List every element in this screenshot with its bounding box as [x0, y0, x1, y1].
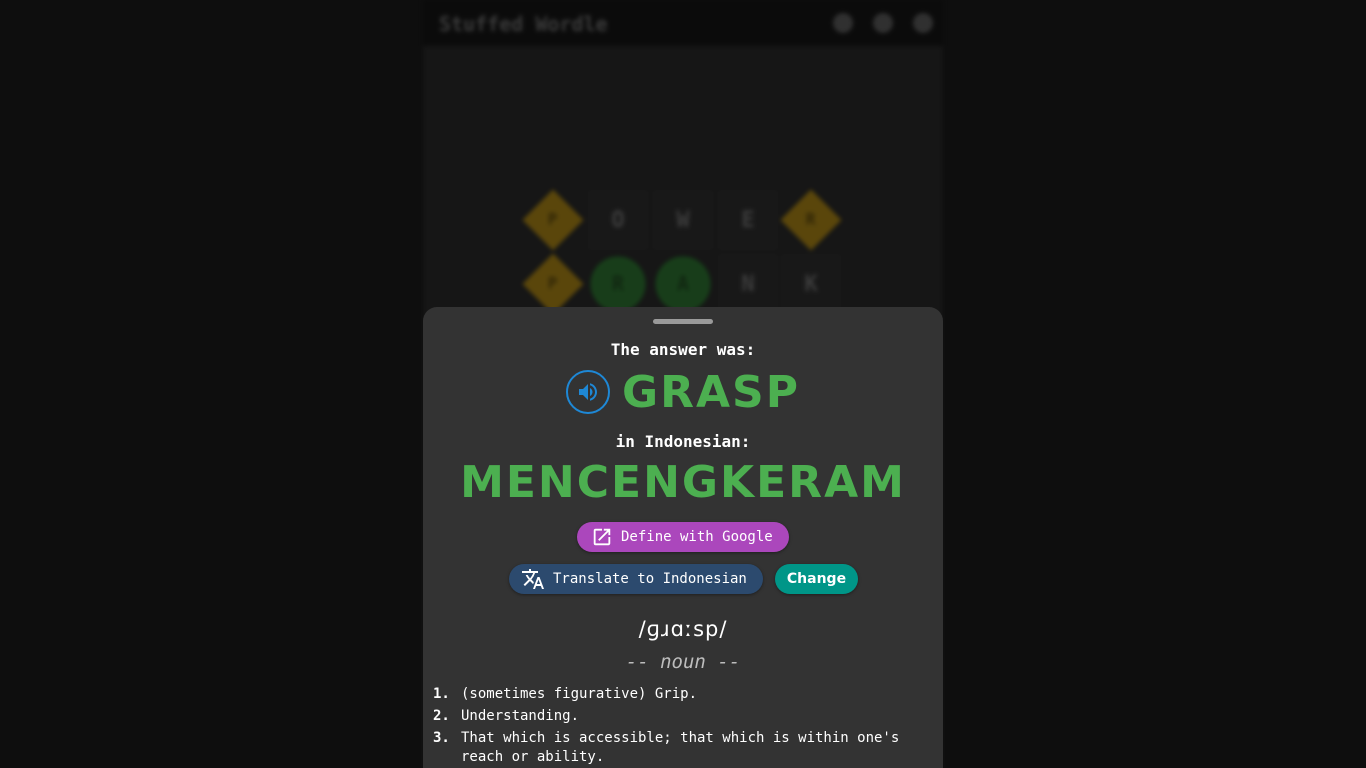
definition-item: 3. That which is accessible; that which …: [433, 729, 923, 767]
pronounce-button[interactable]: [566, 370, 610, 414]
answer-label: The answer was:: [610, 340, 756, 359]
answer-row: GRASP: [423, 366, 943, 418]
definition-text: That which is accessible; that which is …: [461, 730, 900, 765]
result-bottom-sheet: The answer was: GRASP in Indonesian: MEN…: [423, 307, 943, 768]
phonetic-transcription: /ɡɹɑːsp/: [638, 617, 728, 641]
definition-text: Understanding.: [461, 708, 580, 724]
definition-text: (sometimes figurative) Grip.: [461, 686, 698, 702]
definition-number: 1.: [433, 686, 450, 702]
sheet-drag-handle[interactable]: [653, 319, 713, 324]
translate-icon: [522, 569, 544, 589]
change-language-button[interactable]: Change: [775, 564, 858, 594]
answer-word: GRASP: [622, 366, 800, 418]
volume-up-icon: [579, 383, 597, 401]
definition-item: 2. Understanding.: [433, 707, 923, 726]
definition-item: 1. (sometimes figurative) Grip.: [433, 685, 923, 704]
translate-button[interactable]: Translate to Indonesian: [509, 564, 763, 594]
translated-word: MENCENGKERAM: [460, 457, 906, 508]
definition-number: 3.: [433, 730, 450, 746]
define-button-label: Define with Google: [621, 529, 773, 545]
screen: Stuffed Wordle P O W E R P R A N K The a…: [0, 0, 1366, 768]
part-of-speech: -- noun --: [625, 651, 741, 673]
translate-button-label: Translate to Indonesian: [553, 571, 747, 587]
open-in-new-icon: [593, 528, 611, 546]
definitions-list: 1. (sometimes figurative) Grip. 2. Under…: [433, 685, 923, 768]
language-label: in Indonesian:: [615, 432, 751, 451]
definition-number: 2.: [433, 708, 450, 724]
define-with-google-button[interactable]: Define with Google: [577, 522, 789, 552]
